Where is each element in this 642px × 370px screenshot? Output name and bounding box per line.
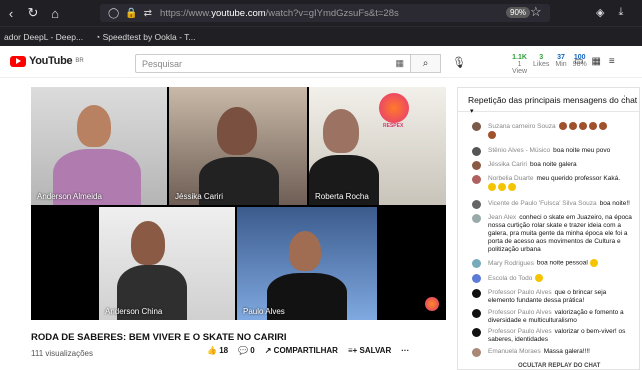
share-icon: ↗	[264, 346, 274, 355]
country-code: BR	[75, 58, 84, 64]
lock-icon[interactable]: 🔒	[125, 8, 137, 19]
avatar	[472, 175, 481, 184]
watermark-logo-icon	[425, 297, 439, 311]
url-rest: /watch?v=gIYmdGzsuFs&t=28s	[265, 7, 399, 19]
participant-tile: Anderson Almeida	[31, 87, 167, 205]
chat-mode-label: Repetição das principais mensagens do ch…	[468, 95, 638, 105]
chat-message[interactable]: Emanuela Moraes Massa galera!!!!	[472, 348, 632, 357]
create-video-icon[interactable]: ▭	[574, 56, 583, 67]
avatar	[472, 309, 481, 318]
speedtest-icon: ◔	[95, 31, 103, 42]
thumbs-up-icon: 👍	[207, 346, 220, 355]
stats-extension[interactable]: 1.1K 1 View 3 Likes 37 Min 100 98%	[512, 54, 587, 75]
avatar	[472, 259, 481, 268]
avatar	[472, 348, 481, 357]
chat-message[interactable]: Jéssika Cariri boa noite galera	[472, 161, 632, 170]
avatar	[472, 122, 481, 131]
logo-badge-icon	[379, 93, 409, 123]
avatar	[472, 328, 481, 337]
avatar	[472, 161, 481, 170]
logo-text: RESPEX	[383, 123, 404, 129]
permissions-icon[interactable]: ⇄	[144, 8, 152, 19]
thumbs-down-icon: 💬	[238, 346, 251, 355]
chat-message[interactable]: Suzana carneiro Souza	[472, 122, 632, 139]
view-count: 111 visualizações	[31, 349, 93, 358]
address-bar[interactable]: ◯ 🔒 ⇄ https://www. youtube.com/watch?v=gIYm…	[100, 4, 550, 22]
video-player[interactable]: Anderson Almeida Jéssika Cariri RESPEX R…	[31, 87, 446, 320]
more-actions-icon[interactable]: ···	[401, 346, 409, 355]
youtube-play-icon	[10, 55, 26, 67]
video-title: RODA DE SABERES: BEM VIVER E O SKATE NO …	[31, 332, 287, 343]
bookmark-item[interactable]: ador DeepL - Deep...	[4, 32, 83, 42]
notifications-icon[interactable]: ≡	[609, 56, 615, 67]
avatar	[472, 289, 481, 298]
youtube-wordmark: YouTube	[29, 55, 73, 67]
youtube-header: YouTube BR Pesquisar ▦ ⌕ 🎙 1.1K 1 View 3L…	[0, 46, 642, 78]
download-icon[interactable]: ⤓	[618, 6, 623, 19]
playlist-add-icon: ≡+	[347, 346, 360, 355]
save-button[interactable]: ≡+ SALVAR	[348, 346, 391, 355]
hide-chat-replay-button[interactable]: OCULTAR REPLAY DO CHAT	[518, 363, 600, 369]
home-icon[interactable]: ⌂	[44, 6, 66, 21]
search-placeholder: Pesquisar	[142, 58, 183, 69]
share-button[interactable]: ↗ COMPARTILHAR	[265, 346, 338, 355]
chat-message[interactable]: Stênio Alves - Músico boa noite meu povo	[472, 147, 632, 156]
chat-message[interactable]: Jean Alex conheci o skate em Juazeiro, na…	[472, 214, 632, 254]
pocket-icon[interactable]: ◈	[596, 6, 604, 19]
participant-tile: Anderson China	[99, 207, 235, 320]
back-icon[interactable]: ‹	[0, 6, 22, 21]
participant-tile: Jéssika Cariri	[169, 87, 307, 205]
participant-tile: Paulo Alves	[237, 207, 377, 320]
chat-message[interactable]: Norbelia Duarte meu querido professor Kak…	[472, 175, 632, 192]
participant-name: Anderson China	[105, 307, 163, 316]
chat-message[interactable]: Vicente de Paulo 'Fulsca' Silva Souza boa…	[472, 200, 632, 209]
participant-name: Roberta Rocha	[315, 192, 369, 201]
participant-name: Jéssika Cariri	[175, 192, 224, 201]
chevron-down-icon: ▾	[470, 108, 474, 115]
browser-toolbar: ‹ ↻ ⌂ ◯ 🔒 ⇄ https://www. youtube.com/watch?…	[0, 0, 642, 26]
keyboard-icon[interactable]: ▦	[395, 58, 404, 69]
chat-replay-panel: Repetição das principais mensagens do ch…	[457, 87, 640, 370]
chat-message[interactable]: Professor Paulo Alves que o brincar seja …	[472, 289, 632, 305]
chat-message[interactable]: Professor Paulo Alves valorizar o bem-viv…	[472, 328, 632, 344]
avatar	[472, 147, 481, 156]
zoom-badge[interactable]: 90%	[506, 7, 531, 18]
reload-icon[interactable]: ↻	[22, 5, 44, 21]
avatar	[472, 274, 481, 283]
chat-message[interactable]: Professor Paulo Alves valorização e fomen…	[472, 309, 632, 325]
more-vertical-icon[interactable]: ⋮	[620, 94, 629, 105]
avatar	[472, 214, 481, 223]
chat-message[interactable]: Mary Rodrigues boa noite pessoal	[472, 259, 632, 268]
url-prefix: https://www.	[160, 7, 212, 19]
participant-name: Anderson Almeida	[37, 192, 102, 201]
video-actions: 👍 18 💬 0 ↗ COMPARTILHAR ≡+ SALVAR ···	[207, 346, 409, 355]
apps-grid-icon[interactable]: ▦	[591, 56, 600, 67]
chat-message[interactable]: Escola do Todo	[472, 274, 632, 283]
bookmark-star-icon[interactable]: ☆	[530, 4, 542, 20]
participant-tile: RESPEX Roberta Rocha	[309, 87, 446, 205]
thumbs-down-button[interactable]: 💬 0	[238, 346, 255, 355]
shield-icon[interactable]: ◯	[108, 8, 119, 19]
youtube-logo[interactable]: YouTube BR	[10, 55, 84, 67]
participant-name: Paulo Alves	[243, 307, 285, 316]
search-button[interactable]: ⌕	[411, 54, 441, 73]
search-icon: ⌕	[422, 58, 429, 69]
thumbs-up-button[interactable]: 👍 18	[207, 346, 228, 355]
bookmarks-bar: ador DeepL - Deep... ◔ Speedtest by Ookl…	[0, 26, 642, 46]
search-input[interactable]: Pesquisar ▦	[135, 54, 411, 73]
url-host: youtube.com	[211, 7, 266, 19]
chat-header[interactable]: Repetição das principais mensagens do ch…	[458, 88, 639, 115]
microphone-icon[interactable]: 🎙	[452, 56, 466, 69]
bookmark-item[interactable]: ◔ Speedtest by Ookla - T...	[95, 32, 195, 42]
avatar	[472, 200, 481, 209]
